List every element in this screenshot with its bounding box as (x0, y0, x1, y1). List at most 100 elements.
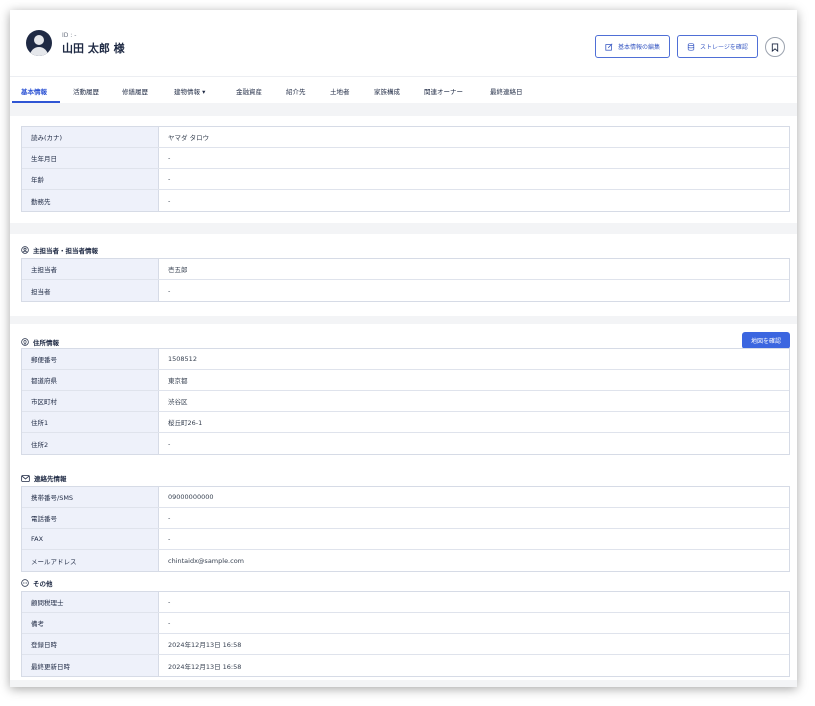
row-label: 読み(カナ) (22, 127, 159, 147)
customer-name: 山田 太郎 様 (62, 42, 125, 55)
row-value: 東京都 (168, 377, 188, 385)
row-value: - (168, 439, 171, 448)
table-row: 年齢 - (22, 169, 789, 190)
row-label: 主担当者 (22, 259, 159, 279)
tab-family[interactable]: 家族構成 (374, 86, 400, 96)
mail-icon (21, 474, 30, 482)
row-label: 携帯番号/SMS (22, 487, 159, 507)
tab-last-contact[interactable]: 最終連絡日 (490, 86, 523, 96)
row-label: 市区町村 (22, 391, 159, 411)
row-label: 生年月日 (22, 148, 159, 168)
row-value: ヤマダ タロウ (168, 134, 210, 142)
tab-referrals[interactable]: 紹介先 (286, 86, 306, 96)
row-value: 桜丘町26-1 (168, 419, 203, 427)
address-table: 郵便番号 1508512 都道府県 東京都 市区町村 渋谷区 住所1 桜丘町26… (21, 348, 790, 455)
row-value: - (168, 154, 171, 162)
row-value: 09000000000 (168, 493, 214, 501)
customer-header: ID : - 山田 太郎 様 基本情報の編集 ストレージを確認 基本情報 活動履… (10, 10, 797, 103)
basic-info-table: 読み(カナ) ヤマダ タロウ 生年月日 - 年齢 - 勤務先 - (21, 126, 790, 212)
contact-table: 携帯番号/SMS 09000000000 電話番号 - FAX - メールアドレ… (21, 486, 790, 572)
row-value: 2024年12月13日 16:58 (168, 662, 242, 671)
row-label: 備考 (22, 613, 159, 633)
row-label: 担当者 (22, 280, 159, 301)
row-label: 都道府県 (22, 370, 159, 390)
table-row: 都道府県 東京都 (22, 370, 789, 391)
row-label: 最終更新日時 (22, 655, 159, 676)
table-row: 住所1 桜丘町26-1 (22, 412, 789, 433)
active-tab-indicator (12, 101, 60, 103)
basic-info-card: 読み(カナ) ヤマダ タロウ 生年月日 - 年齢 - 勤務先 - (10, 116, 797, 223)
customer-id: ID : - (62, 32, 77, 39)
address-title-text: 住所情報 (33, 339, 59, 347)
tab-bar: 基本情報 活動履歴 修繕履歴 建物情報 ▾ 金融資産 紹介先 土地者 家族構成 … (10, 76, 797, 103)
row-value: 1508512 (168, 355, 197, 363)
tab-building-info[interactable]: 建物情報 ▾ (174, 86, 205, 96)
avatar-head (34, 35, 44, 45)
other-table: 顧問税理士 - 備考 - 登録日時 2024年12月13日 16:58 最終更新… (21, 591, 790, 677)
other-title-text: その他 (33, 580, 53, 588)
address-section-title: 住所情報 (21, 337, 59, 347)
row-value: - (168, 535, 171, 543)
row-label: FAX (22, 529, 159, 549)
bookmark-button[interactable] (765, 37, 785, 57)
row-value: 壱五郎 (168, 266, 188, 274)
avatar (26, 30, 52, 56)
tab-related-owners[interactable]: 関連オーナー (424, 86, 463, 96)
row-value: chintaidx@sample.com (168, 556, 245, 565)
row-value: - (168, 514, 171, 522)
edit-basic-info-label: 基本情報の編集 (617, 44, 660, 51)
row-value: - (168, 598, 171, 606)
table-row: 生年月日 - (22, 148, 789, 169)
staff-table: 主担当者 壱五郎 担当者 - (21, 258, 790, 302)
person-icon (21, 246, 29, 254)
table-row: 登録日時 2024年12月13日 16:58 (22, 634, 789, 655)
table-row: 携帯番号/SMS 09000000000 (22, 487, 789, 508)
row-value: 2024年12月13日 16:58 (168, 641, 242, 649)
storage-icon (687, 42, 695, 51)
table-row: メールアドレス chintaidx@sample.com (22, 550, 789, 571)
view-map-button[interactable]: 地図を確認 (742, 332, 790, 349)
row-label: 住所2 (22, 433, 159, 454)
row-label: 年齢 (22, 169, 159, 189)
details-card: 地図を確認 住所情報 郵便番号 1508512 都道府県 東京都 市区町村 渋谷… (10, 324, 797, 680)
row-label: 登録日時 (22, 634, 159, 654)
table-row: 顧問税理士 - (22, 592, 789, 613)
row-label: 電話番号 (22, 508, 159, 528)
table-row: 主担当者 壱五郎 (22, 259, 789, 280)
row-label: 顧問税理士 (22, 592, 159, 612)
tab-activity-history[interactable]: 活動履歴 (73, 86, 99, 96)
other-section-title: その他 (21, 578, 53, 588)
table-row: 読み(カナ) ヤマダ タロウ (22, 127, 789, 148)
table-row: 備考 - (22, 613, 789, 634)
location-icon (21, 338, 29, 346)
table-row: 担当者 - (22, 280, 789, 301)
row-value: 渋谷区 (168, 398, 188, 406)
table-row: 勤務先 - (22, 190, 789, 211)
table-row: FAX - (22, 529, 789, 550)
tab-basic-info[interactable]: 基本情報 (21, 86, 47, 96)
contact-title-text: 連絡先情報 (34, 475, 67, 483)
contact-section-title: 連絡先情報 (21, 473, 67, 483)
avatar-body (30, 47, 48, 56)
tab-land-owner[interactable]: 土地者 (330, 86, 350, 96)
edit-icon (605, 43, 613, 51)
table-row: 最終更新日時 2024年12月13日 16:58 (22, 655, 789, 676)
tab-financial-assets[interactable]: 金融資産 (236, 86, 262, 96)
staff-title-text: 主担当者・担当者情報 (33, 247, 98, 255)
row-label: 住所1 (22, 412, 159, 432)
tab-repair-history[interactable]: 修繕履歴 (122, 86, 148, 96)
table-row: 電話番号 - (22, 508, 789, 529)
row-label: 勤務先 (22, 190, 159, 211)
row-value: - (168, 175, 171, 183)
row-value: - (168, 286, 171, 295)
more-icon (21, 579, 29, 587)
row-label: 郵便番号 (22, 349, 159, 369)
table-row: 市区町村 渋谷区 (22, 391, 789, 412)
table-row: 郵便番号 1508512 (22, 349, 789, 370)
row-label: メールアドレス (22, 550, 159, 571)
edit-basic-info-button[interactable]: 基本情報の編集 (595, 35, 670, 58)
row-value: - (168, 196, 171, 205)
check-storage-button[interactable]: ストレージを確認 (677, 35, 758, 58)
table-row: 住所2 - (22, 433, 789, 454)
staff-card: 主担当者・担当者情報 主担当者 壱五郎 担当者 - (10, 234, 797, 316)
